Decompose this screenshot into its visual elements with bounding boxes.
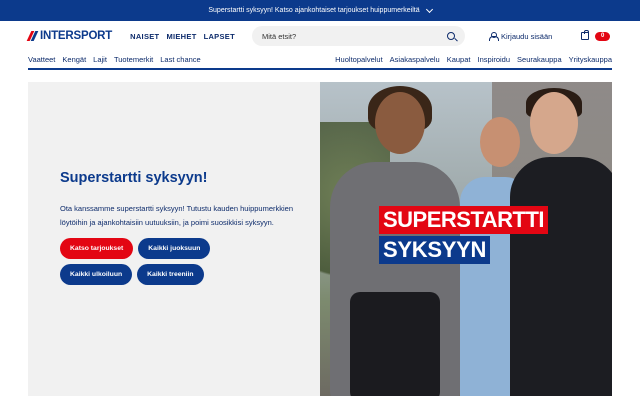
logo-text: INTERSPORT <box>40 30 113 42</box>
chevron-down-icon[interactable] <box>425 5 433 13</box>
nav-vaatteet[interactable]: Vaatteet <box>28 55 55 64</box>
runner-figure <box>510 157 612 396</box>
site-header: INTERSPORT NAISET MIEHET LAPSET Mitä ets… <box>0 21 640 51</box>
hero-body: Ota kanssamme superstartti syksyyn! Tutu… <box>60 204 294 227</box>
training-button[interactable]: Kaikki treeniin <box>137 264 204 285</box>
nav-inspiroidu[interactable]: Inspiroidu <box>477 55 510 64</box>
category-nav: Vaatteet Kengät Lajit Tuotemerkit Last c… <box>0 51 640 68</box>
cart-button[interactable]: 0 <box>581 29 611 41</box>
nav-asiakaspalvelu[interactable]: Asiakaspalvelu <box>390 55 440 64</box>
promo-bar-text[interactable]: Superstartti syksyyn! Katso ajankohtaise… <box>208 7 419 14</box>
nav-divider <box>28 68 612 70</box>
nav-huoltopalvelut[interactable]: Huoltopalvelut <box>335 55 383 64</box>
stamp-line-1: SUPERSTARTTI <box>379 206 549 234</box>
cart-count-badge: 0 <box>595 31 611 41</box>
user-icon <box>489 31 499 41</box>
search-placeholder: Mitä etsit? <box>262 31 297 41</box>
nav-naiset[interactable]: NAISET <box>130 32 159 41</box>
shopping-bag-icon <box>581 29 589 40</box>
nav-seurakauppa[interactable]: Seurakauppa <box>517 55 562 64</box>
gender-nav: NAISET MIEHET LAPSET <box>130 32 235 41</box>
search-icon[interactable] <box>447 32 455 40</box>
intersport-logo[interactable]: INTERSPORT <box>26 30 113 42</box>
running-button[interactable]: Kaikki juoksuun <box>138 238 211 259</box>
nav-lapset[interactable]: LAPSET <box>204 32 235 41</box>
login-link[interactable]: Kirjaudu sisään <box>489 31 553 41</box>
nav-kaupat[interactable]: Kaupat <box>447 55 471 64</box>
hero-text-panel: Superstartti syksyyn! Ota kanssamme supe… <box>28 82 320 396</box>
nav-yrityskauppa[interactable]: Yrityskauppa <box>569 55 612 64</box>
runner-figure <box>350 292 440 396</box>
hero-image[interactable]: SUPERSTARTTI SYKSYYN <box>320 82 612 396</box>
hero-title: Superstartti syksyyn! <box>60 170 208 186</box>
runner-figure <box>480 117 520 167</box>
nav-miehet[interactable]: MIEHET <box>166 32 196 41</box>
logo-mark-icon <box>26 30 39 41</box>
runner-figure <box>375 92 425 154</box>
outdoor-button[interactable]: Kaikki ulkoiluun <box>60 264 133 285</box>
hero-banner: Superstartti syksyyn! Ota kanssamme supe… <box>28 82 612 396</box>
nav-tuotemerkit[interactable]: Tuotemerkit <box>114 55 153 64</box>
promo-bar[interactable]: Superstartti syksyyn! Katso ajankohtaise… <box>0 0 640 21</box>
campaign-stamp: SUPERSTARTTI SYKSYYN <box>379 206 549 264</box>
search-input[interactable]: Mitä etsit? <box>252 26 465 46</box>
login-label: Kirjaudu sisään <box>501 31 553 41</box>
hero-buttons: Katso tarjoukset Kaikki juoksuun Kaikki … <box>60 238 240 285</box>
nav-last-chance[interactable]: Last chance <box>160 55 200 64</box>
stamp-line-2: SYKSYYN <box>379 236 491 264</box>
runner-figure <box>530 92 578 154</box>
nav-lajit[interactable]: Lajit <box>93 55 107 64</box>
deals-button[interactable]: Katso tarjoukset <box>60 238 134 259</box>
nav-kengat[interactable]: Kengät <box>62 55 86 64</box>
